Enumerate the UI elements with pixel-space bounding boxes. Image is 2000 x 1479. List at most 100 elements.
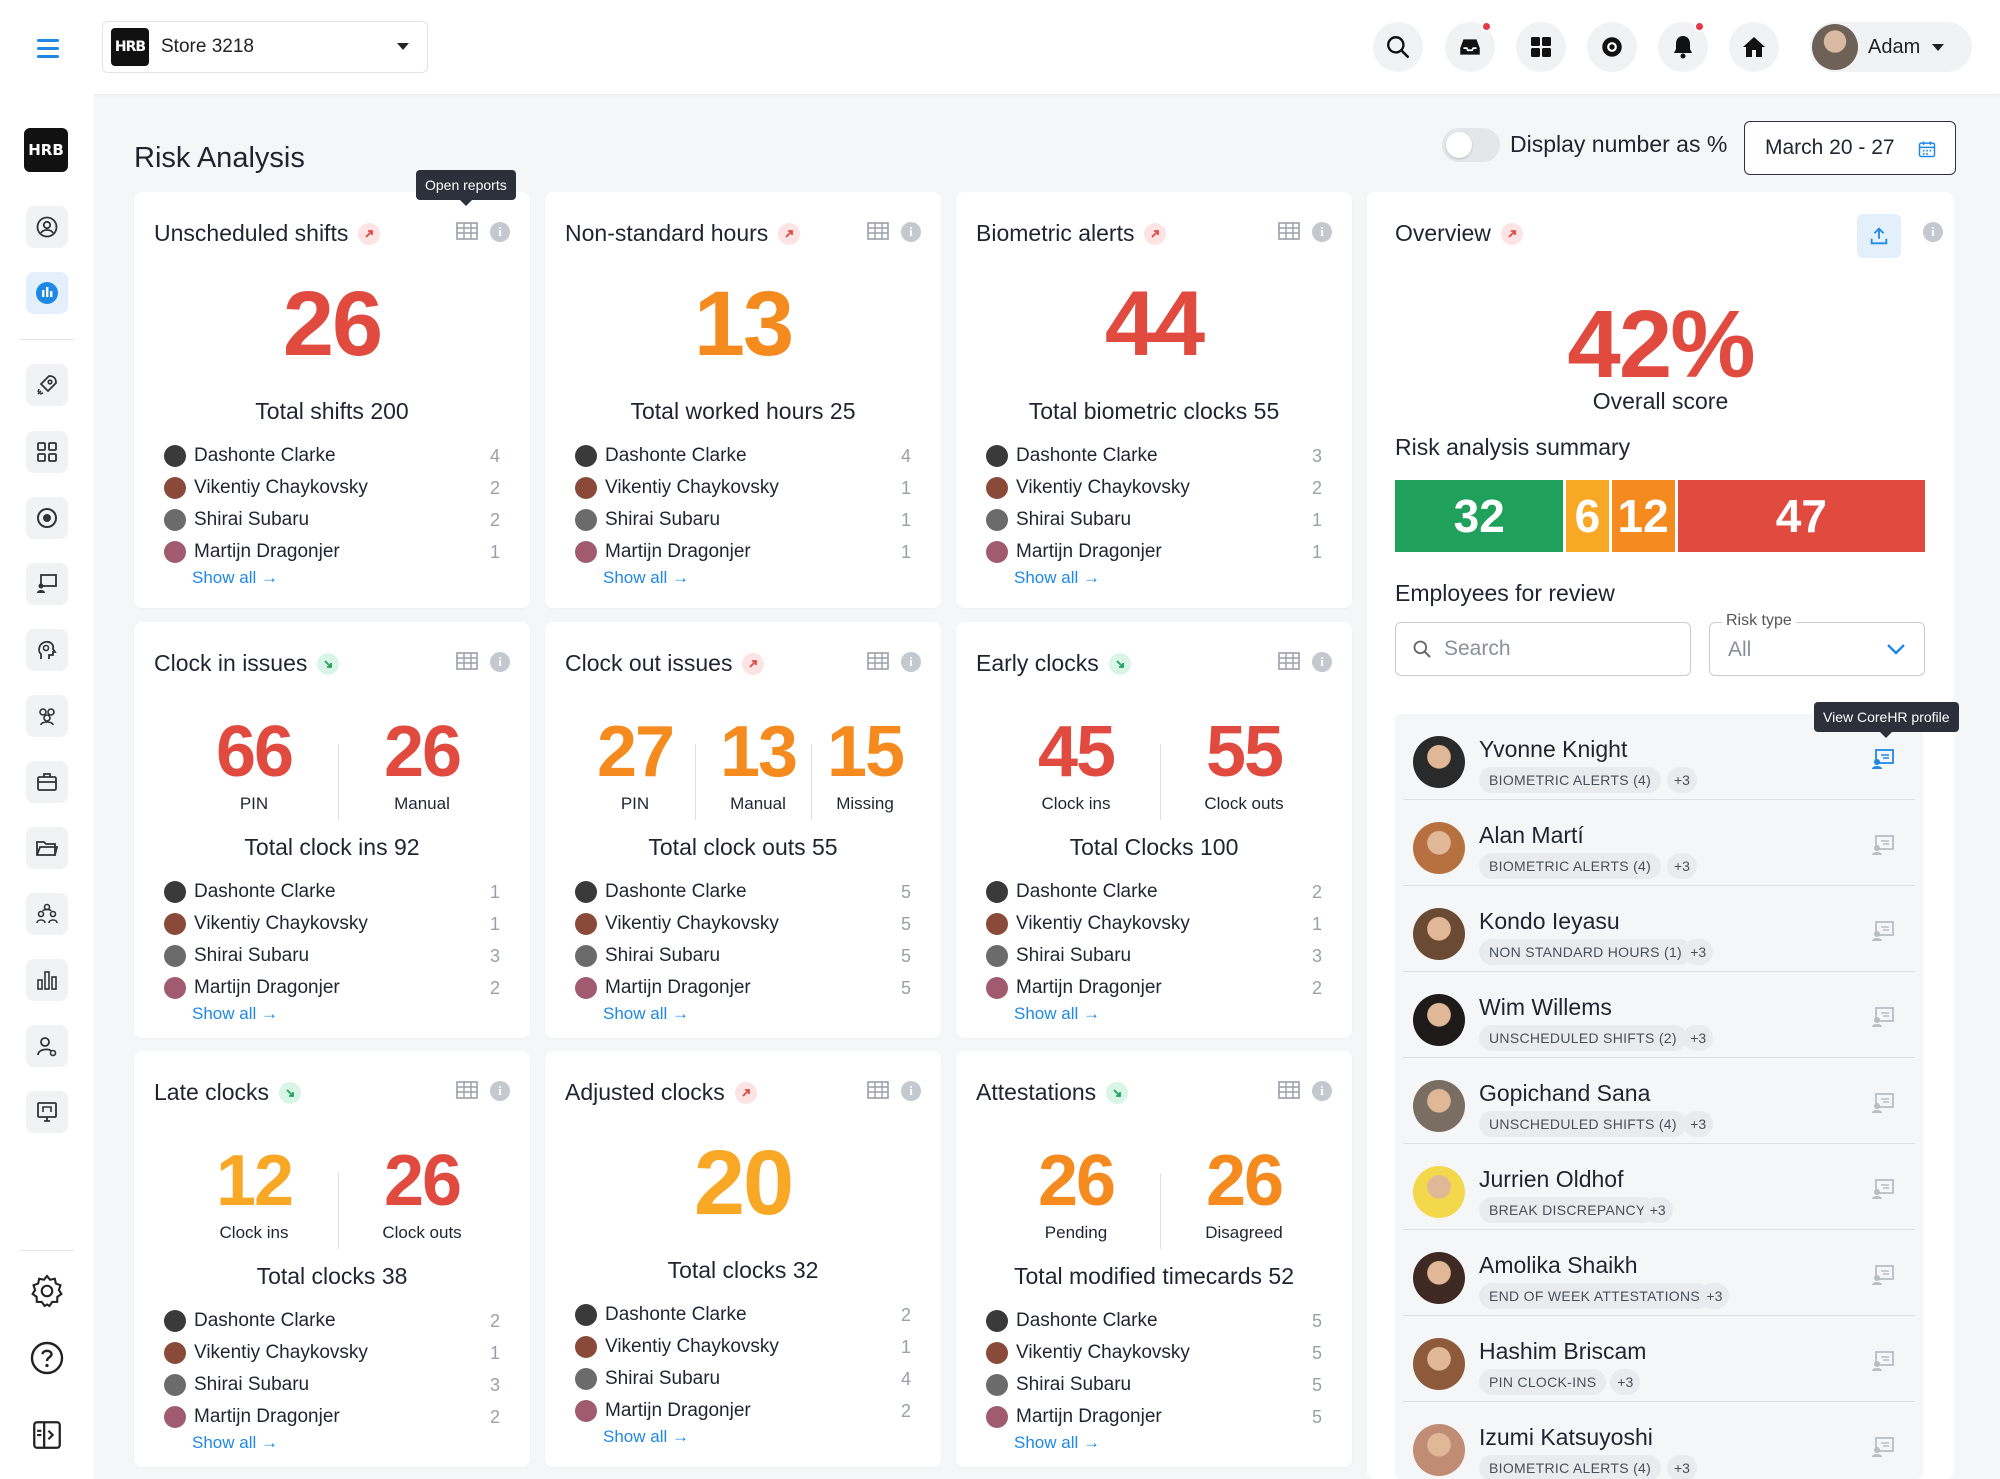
show-all-link[interactable]: Show all → (1014, 568, 1100, 588)
show-all-link[interactable]: Show all → (1014, 1433, 1100, 1453)
more-tags-badge[interactable]: +3 (1667, 853, 1697, 879)
info-icon[interactable]: i (1312, 652, 1332, 672)
table-icon[interactable] (1278, 222, 1300, 245)
table-icon[interactable] (456, 1081, 478, 1104)
profile-card-icon[interactable] (1871, 1092, 1895, 1119)
info-icon[interactable]: i (901, 652, 921, 672)
sidebar-item-profile[interactable] (26, 206, 68, 248)
list-item[interactable]: Shirai Subaru 5 (986, 1369, 1322, 1401)
menu-icon[interactable] (26, 33, 70, 63)
profile-card-icon[interactable] (1871, 1436, 1895, 1463)
list-item[interactable]: Vikentiy Chaykovsky 1 (575, 472, 911, 504)
percent-toggle[interactable] (1442, 128, 1500, 162)
info-icon[interactable]: i (490, 1081, 510, 1101)
list-item[interactable]: Dashonte Clarke 5 (575, 876, 911, 908)
table-icon[interactable] (867, 222, 889, 245)
profile-card-icon[interactable] (1871, 834, 1895, 861)
profile-card-icon[interactable] (1871, 920, 1895, 947)
table-icon[interactable] (867, 652, 889, 675)
settings-button[interactable] (26, 1270, 68, 1312)
summary-segment[interactable]: 6 (1566, 480, 1609, 552)
profile-card-icon[interactable] (1871, 1178, 1895, 1205)
more-tags-badge[interactable]: +3 (1642, 1197, 1673, 1223)
list-item[interactable]: Dashonte Clarke 4 (164, 440, 500, 472)
list-item[interactable]: Dashonte Clarke 5 (986, 1305, 1322, 1337)
list-item[interactable]: Dashonte Clarke 2 (575, 1299, 911, 1331)
list-item[interactable]: Shirai Subaru 3 (164, 1369, 500, 1401)
show-all-link[interactable]: Show all → (603, 568, 689, 588)
info-icon[interactable]: i (490, 652, 510, 672)
table-icon[interactable] (456, 652, 478, 675)
sidebar-item-ideas[interactable] (26, 629, 68, 671)
info-icon[interactable]: i (901, 1081, 921, 1101)
profile-card-icon[interactable] (1871, 748, 1895, 775)
list-item[interactable]: Vikentiy Chaykovsky 2 (986, 472, 1322, 504)
sidebar-item-dashboard[interactable] (26, 431, 68, 473)
list-item[interactable]: Martijn Dragonjer 1 (575, 536, 911, 568)
sidebar-item-teams[interactable] (26, 695, 68, 737)
sidebar-item-risk-analysis[interactable] (26, 272, 68, 314)
show-all-link[interactable]: Show all → (192, 1433, 278, 1453)
show-all-link[interactable]: Show all → (1014, 1004, 1100, 1024)
list-item[interactable]: Dashonte Clarke 2 (986, 876, 1322, 908)
more-tags-badge[interactable]: +3 (1683, 939, 1714, 965)
info-icon[interactable]: i (490, 222, 510, 242)
home-button[interactable] (1729, 22, 1779, 72)
list-item[interactable]: Martijn Dragonjer 1 (164, 536, 500, 568)
info-icon[interactable]: i (1312, 1081, 1332, 1101)
sidebar-item-employees[interactable] (26, 1025, 68, 1067)
inbox-button[interactable] (1445, 21, 1495, 72)
list-item[interactable]: Dashonte Clarke 4 (575, 440, 911, 472)
list-item[interactable]: Vikentiy Chaykovsky 1 (164, 908, 500, 940)
help-button[interactable] (26, 1337, 68, 1379)
list-item[interactable]: Vikentiy Chaykovsky 5 (575, 908, 911, 940)
employee-row[interactable]: Jurrien Oldhof BREAK DISCREPANCY +3 (1403, 1144, 1915, 1230)
employee-row[interactable]: Wim Willems UNSCHEDULED SHIFTS (2) +3 (1403, 972, 1915, 1058)
sidebar-item-launch[interactable] (26, 364, 68, 406)
list-item[interactable]: Martijn Dragonjer 2 (164, 1401, 500, 1433)
list-item[interactable]: Vikentiy Chaykovsky 2 (164, 472, 500, 504)
employee-search-input[interactable]: Search (1395, 622, 1691, 676)
table-icon[interactable] (456, 222, 478, 245)
notifications-button[interactable] (1658, 21, 1708, 72)
show-all-link[interactable]: Show all → (192, 1004, 278, 1024)
list-item[interactable]: Martijn Dragonjer 5 (986, 1401, 1322, 1433)
list-item[interactable]: Shirai Subaru 3 (164, 940, 500, 972)
employee-row[interactable]: Amolika Shaikh END OF WEEK ATTESTATIONS … (1403, 1230, 1915, 1316)
employee-row[interactable]: Hashim Briscam PIN CLOCK-INS +3 (1403, 1316, 1915, 1402)
list-item[interactable]: Martijn Dragonjer 1 (986, 536, 1322, 568)
sidebar-item-support[interactable] (26, 497, 68, 539)
profile-card-icon[interactable] (1871, 1264, 1895, 1291)
list-item[interactable]: Dashonte Clarke 2 (164, 1305, 500, 1337)
list-item[interactable]: Martijn Dragonjer 2 (986, 972, 1322, 1004)
user-menu[interactable]: Adam (1810, 22, 1972, 72)
list-item[interactable]: Vikentiy Chaykovsky 1 (164, 1337, 500, 1369)
show-all-link[interactable]: Show all → (603, 1427, 689, 1447)
list-item[interactable]: Martijn Dragonjer 2 (575, 1395, 911, 1427)
list-item[interactable]: Shirai Subaru 5 (575, 940, 911, 972)
date-range-picker[interactable]: March 20 - 27 (1744, 121, 1956, 175)
more-tags-badge[interactable]: +3 (1683, 1111, 1714, 1137)
info-icon[interactable]: i (1312, 222, 1332, 242)
list-item[interactable]: Shirai Subaru 2 (164, 504, 500, 536)
more-tags-badge[interactable]: +3 (1667, 1455, 1697, 1479)
info-icon[interactable]: i (901, 222, 921, 242)
list-item[interactable]: Shirai Subaru 3 (986, 940, 1322, 972)
store-selector[interactable]: HRB Store 3218 (102, 21, 428, 73)
table-icon[interactable] (867, 1081, 889, 1104)
export-button[interactable] (1857, 214, 1901, 258)
list-item[interactable]: Dashonte Clarke 1 (164, 876, 500, 908)
sidebar-item-org[interactable] (26, 893, 68, 935)
collapse-sidebar-button[interactable] (26, 1414, 68, 1456)
list-item[interactable]: Shirai Subaru 1 (575, 504, 911, 536)
employee-row[interactable]: Kondo Ieyasu NON STANDARD HOURS (1) +3 (1403, 886, 1915, 972)
table-icon[interactable] (1278, 652, 1300, 675)
employee-row[interactable]: Gopichand Sana UNSCHEDULED SHIFTS (4) +3 (1403, 1058, 1915, 1144)
show-all-link[interactable]: Show all → (192, 568, 278, 588)
sidebar-item-training[interactable] (26, 563, 68, 605)
employee-row[interactable]: Izumi Katsuyoshi BIOMETRIC ALERTS (4) +3 (1403, 1402, 1915, 1479)
apps-button[interactable] (1516, 22, 1566, 72)
profile-card-icon[interactable] (1871, 1006, 1895, 1033)
support-button[interactable] (1587, 22, 1637, 72)
info-icon[interactable]: i (1923, 222, 1943, 242)
